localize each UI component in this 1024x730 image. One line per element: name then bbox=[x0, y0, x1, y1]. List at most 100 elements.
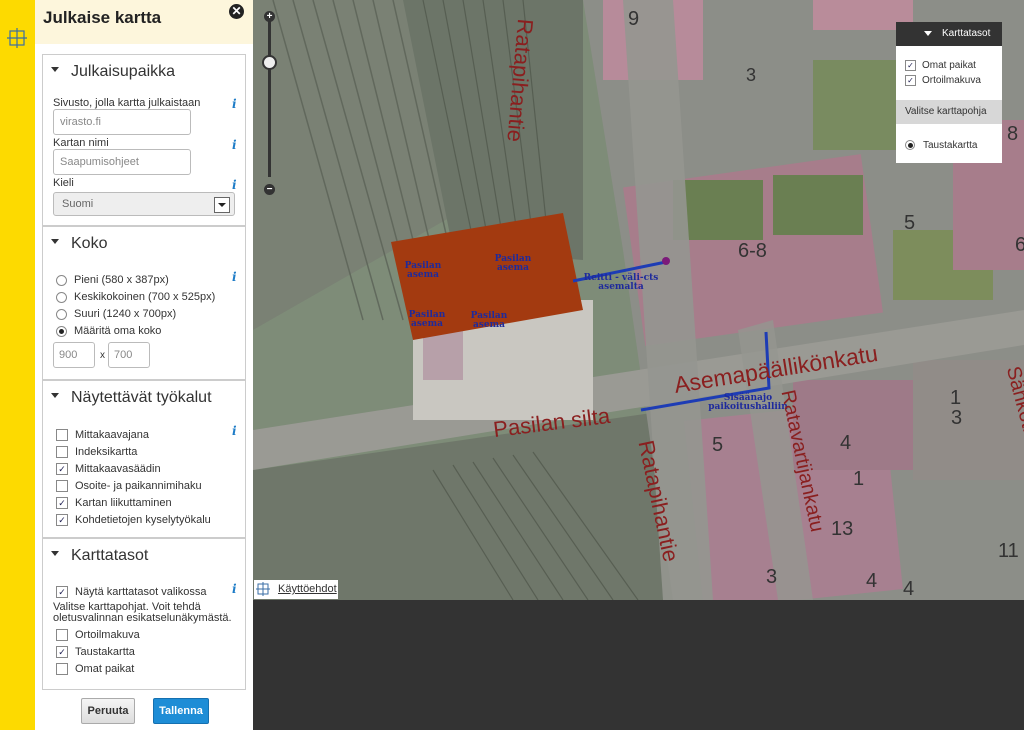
tool-checkbox[interactable]: ✓ Kartan liikuttaminen bbox=[56, 497, 172, 510]
collapse-icon bbox=[924, 31, 932, 36]
zoom-out-icon[interactable]: − bbox=[264, 184, 275, 195]
collapse-icon bbox=[51, 239, 59, 245]
address-number: 9 bbox=[628, 8, 640, 30]
layers-help-text: Valitse karttapohjat. Voit tehdä oletusv… bbox=[53, 601, 232, 624]
layer-checkbox[interactable]: Ortoilmakuva bbox=[56, 629, 140, 642]
terms-link[interactable]: Käyttöehdot bbox=[254, 580, 338, 599]
info-icon[interactable]: i bbox=[232, 582, 237, 596]
checkbox-icon bbox=[56, 629, 68, 642]
preview-background bbox=[253, 600, 1024, 730]
map-publish-icon[interactable] bbox=[7, 28, 27, 48]
address-number: 5 bbox=[904, 212, 916, 234]
checkbox-icon bbox=[56, 446, 68, 459]
zoom-slider[interactable]: + − bbox=[262, 11, 277, 195]
section-layers: Karttatasot i ✓ Näytä karttatasot valikos… bbox=[42, 538, 246, 690]
checkbox-checked-icon: ✓ bbox=[905, 60, 916, 71]
layer-toggle[interactable]: ✓ Omat paikat bbox=[905, 60, 976, 71]
address-number: 6 bbox=[1015, 234, 1024, 256]
collapse-icon bbox=[51, 393, 59, 399]
tool-checkbox[interactable]: Mittakaavajana bbox=[56, 429, 149, 442]
info-icon[interactable]: i bbox=[232, 178, 237, 192]
section-layers-header[interactable]: Karttatasot bbox=[51, 547, 148, 565]
poi-label: Pasilan asema bbox=[404, 261, 442, 280]
info-icon[interactable]: i bbox=[232, 270, 237, 284]
address-number: 4 bbox=[903, 578, 915, 600]
address-number: 13 bbox=[831, 518, 854, 540]
language-select[interactable]: Suomi bbox=[53, 192, 235, 216]
poi-label: Pasilan asema bbox=[470, 311, 508, 330]
save-button[interactable]: Tallenna bbox=[153, 698, 209, 724]
checkbox-checked-icon: ✓ bbox=[56, 586, 68, 599]
size-separator: x bbox=[100, 350, 105, 361]
zoom-handle[interactable] bbox=[262, 55, 277, 70]
tool-strip bbox=[0, 0, 35, 730]
checkbox-checked-icon: ✓ bbox=[56, 463, 68, 476]
poi-label: Reitti - väli-cts asemalta bbox=[583, 273, 659, 292]
base-layer-header: Valitse karttapohja bbox=[896, 100, 1002, 124]
radio-icon bbox=[56, 308, 67, 320]
size-option[interactable]: Pieni (580 x 387px) bbox=[56, 274, 169, 286]
address-number: 8 bbox=[1007, 123, 1019, 145]
section-size-header[interactable]: Koko bbox=[51, 235, 107, 253]
address-number: 3 bbox=[746, 65, 757, 85]
zoom-in-icon[interactable]: + bbox=[264, 11, 275, 22]
height-input[interactable] bbox=[108, 342, 150, 368]
radio-icon bbox=[56, 291, 67, 303]
section-placement-header[interactable]: Julkaisupaikka bbox=[51, 63, 175, 81]
section-placement: Julkaisupaikka Sivusto, jolla kartta jul… bbox=[42, 54, 246, 226]
checkbox-icon bbox=[56, 480, 68, 493]
layer-checkbox[interactable]: ✓ Taustakartta bbox=[56, 646, 135, 659]
section-size: Koko i Pieni (580 x 387px) Keskikokoinen… bbox=[42, 226, 246, 380]
size-option[interactable]: Määritä oma koko bbox=[56, 325, 161, 337]
address-number: 5 bbox=[712, 434, 724, 456]
checkbox-checked-icon: ✓ bbox=[905, 75, 916, 86]
site-input[interactable] bbox=[53, 109, 191, 135]
layer-checkbox[interactable]: Omat paikat bbox=[56, 663, 134, 676]
address-number: 4 bbox=[840, 432, 852, 454]
tool-checkbox[interactable]: Osoite- ja paikannimihaku bbox=[56, 480, 202, 493]
collapse-icon bbox=[51, 551, 59, 557]
tool-checkbox[interactable]: ✓ Mittakaavasäädin bbox=[56, 463, 161, 476]
checkbox-checked-icon: ✓ bbox=[56, 514, 68, 527]
section-tools-header[interactable]: Näytettävät työkalut bbox=[51, 389, 212, 407]
map-name-input[interactable] bbox=[53, 149, 191, 175]
base-layer-option[interactable]: Taustakartta bbox=[905, 140, 977, 151]
info-icon[interactable]: i bbox=[232, 424, 237, 438]
section-tools: Näytettävät työkalut i Mittakaavajana In… bbox=[42, 380, 246, 538]
address-number: 3 bbox=[951, 407, 963, 429]
panel-title: Julkaise kartta bbox=[43, 8, 162, 27]
layer-selector: Karttatasot ✓ Omat paikat ✓ Ortoilmakuva V… bbox=[896, 22, 1002, 163]
info-icon[interactable]: i bbox=[232, 138, 237, 152]
address-number: 4 bbox=[866, 570, 878, 592]
name-label: Kartan nimi bbox=[53, 137, 109, 149]
layer-selector-header[interactable]: Karttatasot bbox=[896, 22, 1002, 46]
radio-icon bbox=[56, 274, 67, 286]
size-option[interactable]: Keskikokoinen (700 x 525px) bbox=[56, 291, 215, 303]
address-number: 3 bbox=[766, 566, 778, 588]
checkbox-icon bbox=[56, 663, 68, 676]
map-grid-icon bbox=[256, 582, 270, 596]
address-number: 11 bbox=[998, 540, 1019, 562]
language-label: Kieli bbox=[53, 177, 74, 189]
width-input[interactable] bbox=[53, 342, 95, 368]
show-layers-checkbox[interactable]: ✓ Näytä karttatasot valikossa bbox=[56, 586, 206, 599]
zoom-track[interactable] bbox=[268, 17, 271, 177]
tool-checkbox[interactable]: Indeksikartta bbox=[56, 446, 137, 459]
site-label: Sivusto, jolla kartta julkaistaan bbox=[53, 97, 201, 109]
cancel-button[interactable]: Peruuta bbox=[81, 698, 135, 724]
size-option[interactable]: Suuri (1240 x 700px) bbox=[56, 308, 176, 320]
tool-checkbox[interactable]: ✓ Kohdetietojen kyselytyökalu bbox=[56, 514, 211, 527]
layer-toggle[interactable]: ✓ Ortoilmakuva bbox=[905, 75, 981, 86]
info-icon[interactable]: i bbox=[232, 97, 237, 111]
publish-panel: Julkaise kartta ✕ Julkaisupaikka Sivusto… bbox=[35, 0, 253, 730]
address-number: 6-8 bbox=[738, 240, 767, 262]
radio-selected-icon bbox=[56, 325, 67, 337]
address-number: 1 bbox=[853, 468, 865, 490]
language-value: Suomi bbox=[62, 198, 94, 210]
close-icon[interactable]: ✕ bbox=[229, 4, 244, 19]
collapse-icon bbox=[51, 67, 59, 73]
panel-header: Julkaise kartta ✕ bbox=[35, 0, 253, 44]
poi-label: Pasilan asema bbox=[494, 254, 532, 273]
map-view[interactable]: Pasilan asema Pasilan asema Pasilan asem… bbox=[253, 0, 1024, 600]
chevron-down-icon bbox=[214, 197, 230, 213]
